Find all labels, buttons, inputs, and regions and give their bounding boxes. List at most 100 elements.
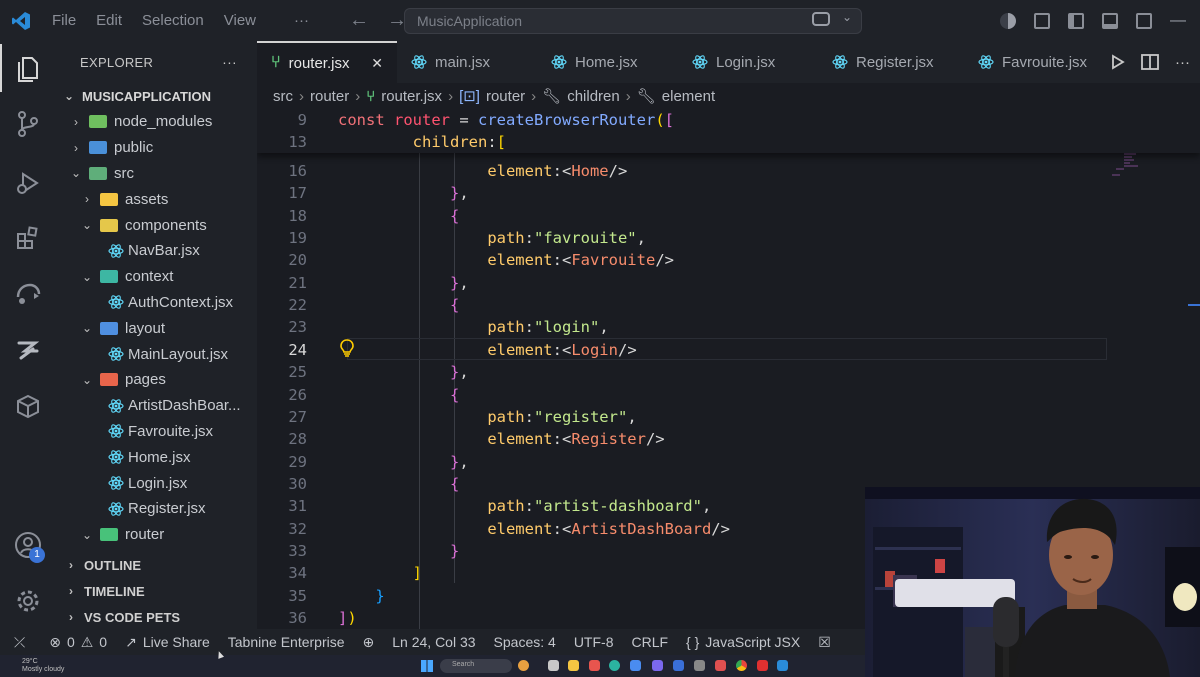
tree-folder[interactable]: ⌄ components bbox=[56, 212, 257, 238]
app-icon[interactable] bbox=[715, 660, 726, 671]
windows-start-icon[interactable] bbox=[421, 660, 433, 672]
app-icon[interactable] bbox=[757, 660, 768, 671]
tab-login-jsx[interactable]: Login.jsx bbox=[678, 41, 818, 83]
toggle-primary-sidebar-icon[interactable] bbox=[1068, 12, 1084, 29]
breadcrumb-file[interactable]: router.jsx bbox=[381, 88, 442, 105]
copilot-icon[interactable] bbox=[812, 12, 830, 26]
section-timeline[interactable]: › TIMELINE bbox=[56, 578, 257, 604]
source-control-icon[interactable] bbox=[0, 100, 56, 148]
code-line: 19 path:"favrouite", bbox=[257, 227, 1200, 249]
zoom-icon[interactable]: ⊕ bbox=[354, 634, 384, 651]
breadcrumb-src[interactable]: src bbox=[273, 88, 293, 105]
code-token: : bbox=[524, 407, 534, 426]
problems-indicator[interactable]: ⊗ 0 ⚠ 0 bbox=[40, 634, 116, 651]
breadcrumb-symbol-element[interactable]: element bbox=[662, 88, 715, 105]
tree-folder[interactable]: ⌄ layout bbox=[56, 315, 257, 341]
tab-router-jsx[interactable]: ⑂ router.jsx ✕ bbox=[257, 41, 397, 83]
menu-edit[interactable]: Edit bbox=[86, 12, 132, 29]
menu-file[interactable]: File bbox=[42, 12, 86, 29]
docker-box-icon[interactable] bbox=[0, 382, 56, 430]
breadcrumb-router-folder[interactable]: router bbox=[310, 88, 349, 105]
end-of-line[interactable]: CRLF bbox=[622, 634, 677, 650]
app-icon[interactable] bbox=[694, 660, 705, 671]
split-editor-icon[interactable] bbox=[1141, 54, 1159, 70]
app-icon[interactable] bbox=[673, 660, 684, 671]
tree-file[interactable]: Login.jsx bbox=[56, 470, 257, 496]
copilot-status-icon[interactable]: ☒ bbox=[809, 634, 840, 651]
tab-favrouite-jsx[interactable]: Favrouite.jsx bbox=[964, 41, 1114, 83]
tree-folder[interactable]: › assets bbox=[56, 186, 257, 212]
app-icon[interactable] bbox=[589, 660, 600, 671]
menu-view[interactable]: View bbox=[214, 12, 266, 29]
more-actions-icon[interactable]: ··· bbox=[1175, 54, 1190, 71]
workspace-root[interactable]: ⌄ MUSICAPPLICATION bbox=[56, 83, 257, 109]
indentation[interactable]: Spaces: 4 bbox=[485, 634, 565, 650]
accounts-icon[interactable] bbox=[1000, 12, 1016, 29]
tab-main-jsx[interactable]: main.jsx bbox=[397, 41, 537, 83]
language-mode[interactable]: { } JavaScript JSX bbox=[677, 634, 809, 650]
tree-folder[interactable]: › public bbox=[56, 135, 257, 161]
line-number: 26 bbox=[288, 385, 307, 404]
lightbulb-icon[interactable] bbox=[339, 338, 354, 358]
customize-layout-icon[interactable] bbox=[1034, 12, 1050, 29]
tabnine-status[interactable]: Tabnine Enterprise bbox=[219, 634, 354, 650]
tree-file[interactable]: Favrouite.jsx bbox=[56, 419, 257, 445]
store-icon[interactable] bbox=[630, 660, 641, 671]
chrome-icon[interactable] bbox=[736, 660, 747, 671]
toggle-panel-icon[interactable] bbox=[1102, 12, 1118, 29]
run-debug-icon[interactable] bbox=[0, 159, 56, 207]
tree-folder[interactable]: ⌄ src bbox=[56, 161, 257, 187]
run-icon[interactable] bbox=[1111, 54, 1125, 70]
remote-explorer-icon[interactable] bbox=[0, 270, 56, 318]
menu-more[interactable]: ··· bbox=[284, 12, 319, 29]
code-token: "artist-dashboard" bbox=[533, 497, 702, 516]
weather-widget[interactable]: 29°C Mostly cloudy bbox=[0, 658, 64, 674]
code-text: element:<ArtistDashBoard/> bbox=[338, 518, 730, 540]
tab-home-jsx[interactable]: Home.jsx bbox=[537, 41, 678, 83]
tree-folder[interactable]: ⌄ pages bbox=[56, 367, 257, 393]
teams-icon[interactable] bbox=[652, 660, 663, 671]
tree-folder[interactable]: › node_modules bbox=[56, 109, 257, 135]
close-icon[interactable]: ✕ bbox=[371, 55, 383, 72]
tree-file[interactable]: ArtistDashBoar... bbox=[56, 393, 257, 419]
cursor-position[interactable]: Ln 24, Col 33 bbox=[383, 634, 484, 650]
chevron-down-icon: ⌄ bbox=[81, 269, 93, 284]
tabnine-icon[interactable] bbox=[0, 326, 56, 374]
remote-indicator-icon[interactable]: ⤫ bbox=[0, 634, 34, 651]
breadcrumb-symbol-children[interactable]: children bbox=[567, 88, 620, 105]
tree-file[interactable]: NavBar.jsx bbox=[56, 238, 257, 264]
chevron-down-icon[interactable]: ⌄ bbox=[842, 10, 852, 24]
tree-folder[interactable]: ⌄ router bbox=[56, 522, 257, 548]
taskbar-search[interactable]: Search bbox=[440, 659, 512, 673]
toggle-secondary-sidebar-icon[interactable] bbox=[1136, 12, 1152, 29]
task-view-icon[interactable] bbox=[548, 660, 559, 671]
live-share-button[interactable]: ↗ Live Share bbox=[116, 634, 219, 651]
gear-icon[interactable] bbox=[0, 577, 56, 625]
tree-folder[interactable]: ⌄ context bbox=[56, 264, 257, 290]
section-outline[interactable]: › OUTLINE bbox=[56, 552, 257, 578]
tree-file[interactable]: AuthContext.jsx bbox=[56, 290, 257, 316]
section-vscode-pets[interactable]: › VS CODE PETS bbox=[56, 604, 257, 630]
chevron-right-icon: › bbox=[74, 114, 78, 129]
explorer-icon[interactable] bbox=[0, 44, 56, 92]
code-token: , bbox=[627, 407, 637, 426]
explorer-more-button[interactable]: ··· bbox=[222, 54, 237, 70]
editor-tabs: ⑂ router.jsx ✕ main.jsx Home.jsx Login.jsx Reg… bbox=[257, 41, 1200, 83]
menu-selection[interactable]: Selection bbox=[132, 12, 214, 29]
tree-file[interactable]: Register.jsx bbox=[56, 496, 257, 522]
edge-icon[interactable] bbox=[609, 660, 620, 671]
tab-register-jsx[interactable]: Register.jsx bbox=[818, 41, 964, 83]
widgets-icon[interactable] bbox=[518, 660, 529, 671]
minimize-icon[interactable]: — bbox=[1170, 12, 1186, 30]
file-explorer-icon[interactable] bbox=[568, 660, 579, 671]
back-arrow-icon[interactable]: ← bbox=[349, 9, 369, 32]
tree-file[interactable]: MainLayout.jsx bbox=[56, 341, 257, 367]
extensions-icon[interactable] bbox=[0, 214, 56, 262]
vscode-taskbar-icon[interactable] bbox=[777, 660, 788, 671]
command-center-search[interactable]: MusicApplication bbox=[404, 8, 862, 34]
encoding[interactable]: UTF-8 bbox=[565, 634, 623, 650]
tree-file[interactable]: Home.jsx bbox=[56, 444, 257, 470]
breadcrumb-symbol-router[interactable]: router bbox=[486, 88, 525, 105]
account-icon[interactable]: 1 bbox=[0, 521, 56, 569]
